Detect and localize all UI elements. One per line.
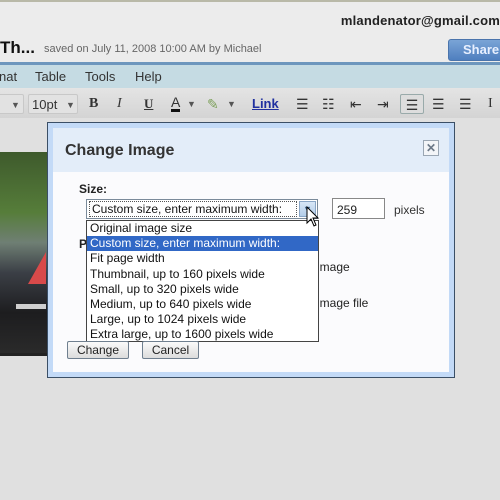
decrease-indent-icon[interactable]: ⇤ xyxy=(350,94,362,114)
position-option-label: image xyxy=(317,260,350,274)
menu-help[interactable]: Help xyxy=(135,69,162,84)
max-width-input[interactable] xyxy=(332,198,385,219)
bold-icon[interactable]: B xyxy=(89,94,98,114)
justify-icon[interactable]: I xyxy=(488,94,493,114)
size-option-fit-page[interactable]: Fit page width xyxy=(87,251,318,266)
chevron-down-icon: ▼ xyxy=(66,100,75,110)
dialog-body: Change Image ✕ Size: P Custom size, ente… xyxy=(53,128,449,372)
numbered-list-icon[interactable]: ☰ xyxy=(296,94,309,114)
format-toolbar: ▼ 10pt ▼ B I U A ▼ ✎ ▼ Link ☰ ☷ ⇤ ⇥ ☰ ☰ … xyxy=(0,88,500,118)
pixels-label: pixels xyxy=(394,203,425,217)
close-icon[interactable]: ✕ xyxy=(423,140,439,156)
size-option-original[interactable]: Original image size xyxy=(87,221,318,236)
font-size-value: 10pt xyxy=(32,97,58,112)
share-button[interactable]: Share xyxy=(448,39,500,61)
dialog-title: Change Image xyxy=(65,142,175,159)
menu-format[interactable]: nat xyxy=(0,69,17,84)
size-option-medium[interactable]: Medium, up to 640 pixels wide xyxy=(87,297,318,312)
change-image-dialog: Change Image ✕ Size: P Custom size, ente… xyxy=(47,122,455,378)
dialog-header: Change Image ✕ xyxy=(53,128,449,172)
user-email[interactable]: mlandenator@gmail.com xyxy=(341,13,500,28)
align-left-icon[interactable]: ☰ xyxy=(400,94,424,114)
link-option-label: image file xyxy=(317,296,369,310)
chevron-down-icon[interactable]: ▼ xyxy=(227,94,236,114)
size-option-thumbnail[interactable]: Thumbnail, up to 160 pixels wide xyxy=(87,267,318,282)
bulleted-list-icon[interactable]: ☷ xyxy=(322,94,335,114)
size-select[interactable]: Custom size, enter maximum width: ▼ xyxy=(86,199,318,219)
size-dropdown-list: Original image size Custom size, enter m… xyxy=(86,220,319,342)
increase-indent-icon[interactable]: ⇥ xyxy=(377,94,389,114)
doc-title[interactable]: Th... xyxy=(0,38,35,58)
size-option-small[interactable]: Small, up to 320 pixels wide xyxy=(87,282,318,297)
car-taillight xyxy=(28,252,46,284)
chevron-down-icon[interactable]: ▼ xyxy=(187,94,196,114)
size-label: Size: xyxy=(79,182,108,196)
italic-icon[interactable]: I xyxy=(117,94,122,114)
document-image-car[interactable] xyxy=(0,152,48,356)
cancel-button[interactable]: Cancel xyxy=(142,341,199,359)
save-status: saved on July 11, 2008 10:00 AM by Micha… xyxy=(44,43,262,55)
size-select-value: Custom size, enter maximum width: xyxy=(89,201,297,217)
car-plate xyxy=(16,304,46,309)
link-button[interactable]: Link xyxy=(252,94,279,114)
menu-table[interactable]: Table xyxy=(35,69,66,84)
chevron-down-icon: ▼ xyxy=(11,100,20,110)
menubar: nat Table Tools Help xyxy=(0,62,500,88)
align-right-icon[interactable]: ☰ xyxy=(459,94,472,114)
underline-icon[interactable]: U xyxy=(144,94,153,114)
font-size-dropdown[interactable]: 10pt ▼ xyxy=(28,94,78,114)
size-option-large[interactable]: Large, up to 1024 pixels wide xyxy=(87,312,318,327)
menu-tools[interactable]: Tools xyxy=(85,69,115,84)
highlight-icon[interactable]: ✎ xyxy=(207,94,219,114)
font-family-dropdown[interactable]: ▼ xyxy=(0,94,24,114)
change-button[interactable]: Change xyxy=(67,341,129,359)
text-color-icon[interactable]: A xyxy=(171,94,181,112)
size-option-custom[interactable]: Custom size, enter maximum width: xyxy=(87,236,318,252)
align-center-icon[interactable]: ☰ xyxy=(432,94,445,114)
doc-header: mlandenator@gmail.com Th... saved on Jul… xyxy=(0,2,500,62)
